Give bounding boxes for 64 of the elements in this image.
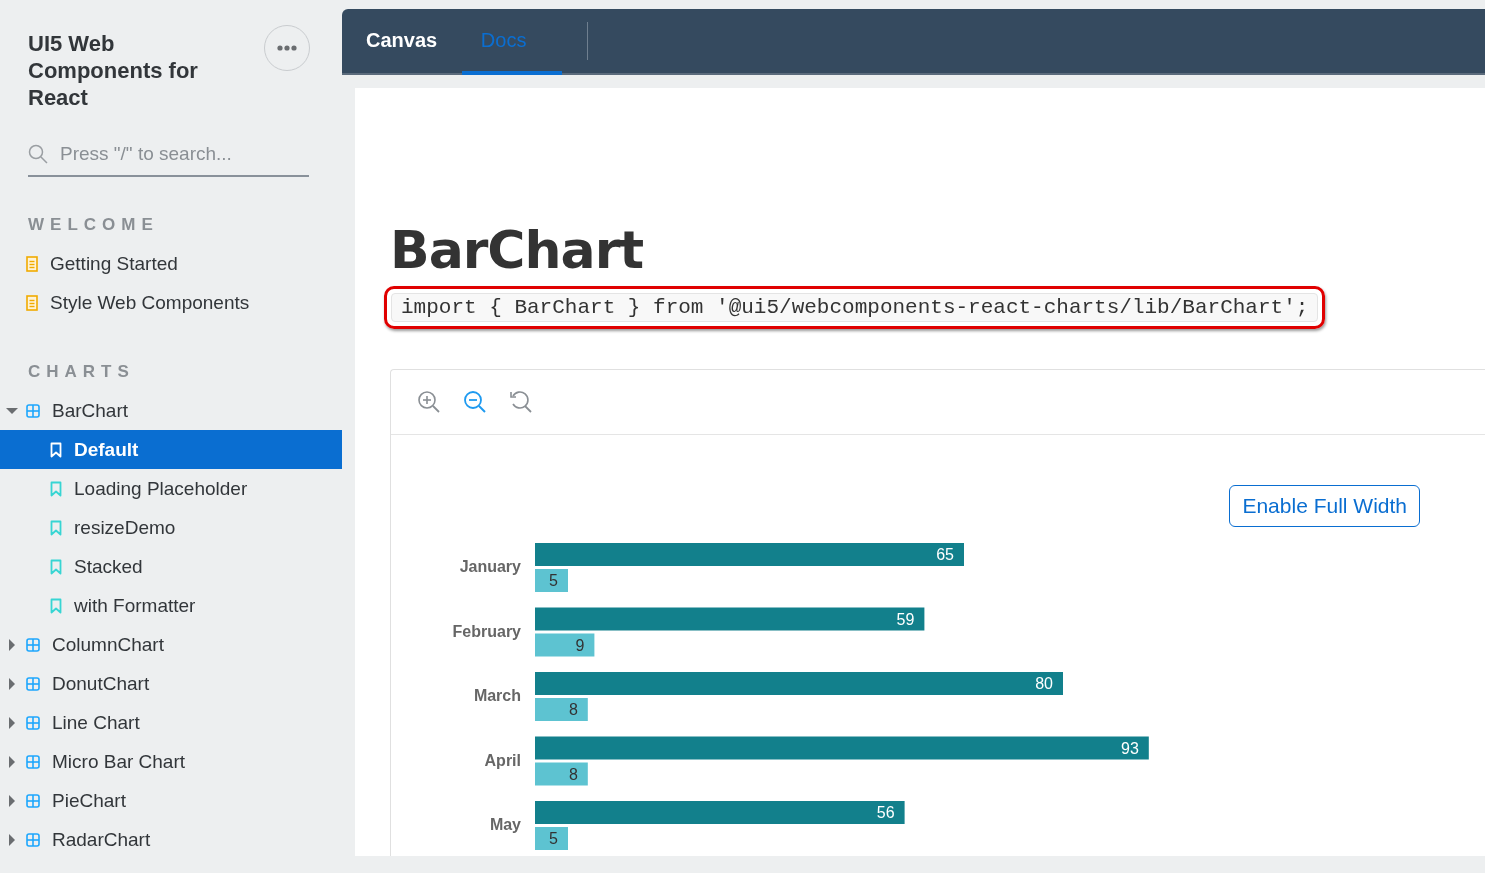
bookmark-icon [50,597,62,614]
bookmark-icon [50,558,62,575]
category-label: January [459,558,521,575]
tree-item[interactable]: Getting Started [0,244,342,283]
category-label: March [473,687,521,704]
tree-item[interactable]: resizeDemo [0,508,342,547]
tree-item[interactable]: Default [0,430,342,469]
grid-icon [26,676,40,691]
value-label: 9 [575,636,585,654]
tree-item[interactable]: Loading Placeholder [0,469,342,508]
section-heading: WELCOME [28,215,159,235]
zoom-out-button[interactable] [463,390,487,414]
tree-item[interactable]: PieChart [0,781,342,820]
value-label: 5 [549,830,558,847]
tree-item[interactable]: Style Web Components [0,283,342,322]
tree-item[interactable]: BarChart [0,391,342,430]
value-label: 59 [896,610,915,628]
value-label: 56 [876,804,895,821]
tree-item[interactable]: ColumnChart [0,625,342,664]
search-field[interactable]: Press "/" to search... [60,143,300,165]
bookmark-icon [50,480,62,497]
category-label: May [489,816,521,833]
grid-icon [26,637,40,652]
tree-item[interactable]: Line Chart [0,703,342,742]
value-label: 65 [936,546,954,563]
document-icon [26,255,38,272]
grid-icon [26,754,40,769]
grid-icon [26,793,40,808]
category-label: April [484,751,521,769]
tree-item[interactable]: Stacked [0,547,342,586]
reset-icon [509,390,533,414]
value-label: 80 [1035,675,1053,692]
value-label: 8 [568,765,578,783]
bookmark-icon [50,441,62,458]
grid-icon [26,715,40,730]
bar [535,569,568,592]
tree-item[interactable]: DonutChart [0,664,342,703]
tree-item[interactable]: with Formatter [0,586,342,625]
tab[interactable]: Canvas [358,9,463,75]
grid-icon [26,403,40,418]
reset-button[interactable] [509,390,533,414]
search-icon [28,144,48,164]
zoom-in-button[interactable] [417,390,441,414]
grid-icon [26,832,40,847]
bar [535,633,595,657]
bar [535,698,588,721]
ellipsis-icon [277,45,297,51]
bar [535,827,568,850]
zoom-in-icon [417,390,441,414]
document-icon [26,294,38,311]
zoom-out-icon [463,390,487,414]
app-title: UI5 Web Components for React [28,30,199,111]
import-code: import { BarChart } from '@ui5/webcomponents-react-charts/lib/BarChart'; [391,293,1319,322]
tree-item[interactable]: Micro Bar Chart [0,742,342,781]
value-label: 93 [1121,739,1139,757]
category-label: February [452,622,521,640]
value-label: 8 [568,701,578,718]
bar [535,762,588,786]
page-title: BarChart [390,220,645,280]
tree-item[interactable]: RadarChart [0,820,342,859]
value-label: 5 [549,572,558,589]
full-width-button[interactable]: Enable Full Width [1229,485,1420,527]
section-heading: CHARTS [28,362,135,382]
bookmark-icon [50,519,62,536]
